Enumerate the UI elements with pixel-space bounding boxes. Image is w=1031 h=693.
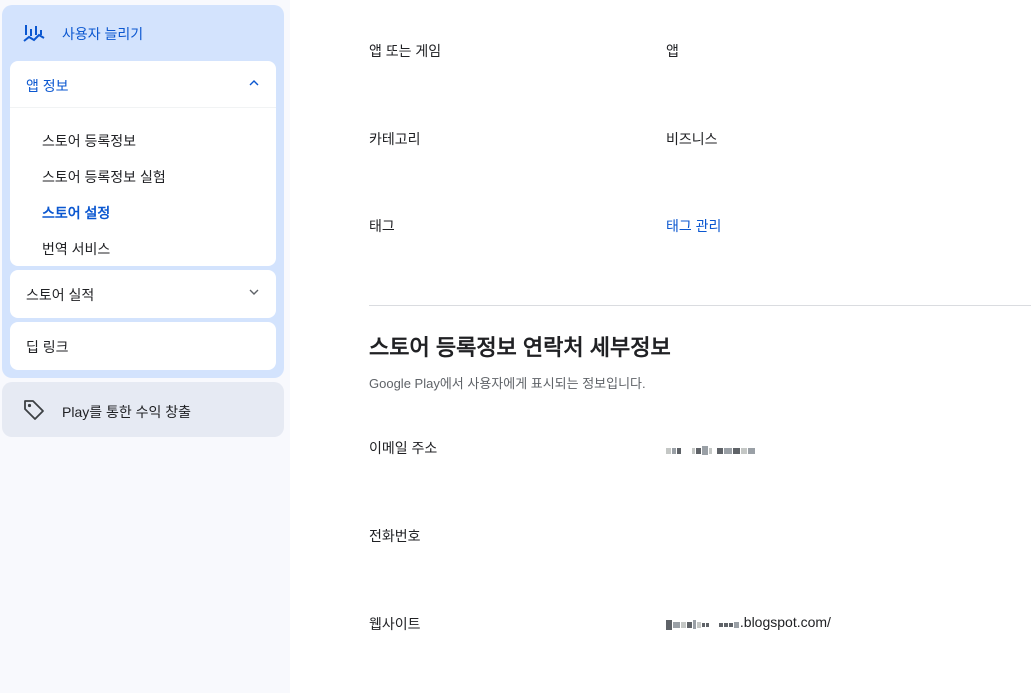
sidebar-item-store-listing[interactable]: 스토어 등록정보: [42, 131, 136, 151]
grow-users-button[interactable]: 사용자 늘리기: [2, 5, 284, 60]
sidebar: 사용자 늘리기 앱 정보 스토어 등록정보 스토어 등록정보 실험 스토어 설정…: [0, 0, 290, 693]
sidebar-item-store-listing-experiments[interactable]: 스토어 등록정보 실험: [42, 167, 166, 187]
email-value-redacted: [666, 440, 756, 457]
redacted-email: [666, 441, 756, 457]
store-performance-header[interactable]: 스토어 실적: [10, 270, 276, 316]
tags-label: 태그: [369, 218, 395, 234]
deep-links-title: 딥 링크: [26, 339, 69, 355]
contact-section-description: Google Play에서 사용자에게 표시되는 정보입니다.: [369, 376, 646, 391]
deep-links-card: 딥 링크: [10, 322, 276, 370]
app-or-game-value: 앱: [666, 43, 679, 59]
chevron-down-icon: [249, 289, 259, 295]
grow-users-label: 사용자 늘리기: [62, 26, 144, 42]
redacted-website-prefix: [666, 615, 740, 631]
app-or-game-label: 앱 또는 게임: [369, 43, 442, 59]
store-performance-card: 스토어 실적: [10, 270, 276, 318]
sidebar-item-translation-service[interactable]: 번역 서비스: [42, 239, 110, 259]
app-info-title: 앱 정보: [26, 78, 69, 94]
deep-links-header[interactable]: 딥 링크: [10, 322, 276, 368]
monetize-button[interactable]: Play를 통한 수익 창출: [2, 382, 284, 437]
monetize-label: Play를 통한 수익 창출: [62, 404, 192, 420]
website-domain-suffix: .blogspot.com/: [739, 614, 831, 630]
section-divider: [369, 305, 1031, 306]
main-content: 앱 또는 게임 앱 카테고리 비즈니스 태그 태그 관리 스토어 등록정보 연락…: [290, 0, 1031, 693]
store-performance-title: 스토어 실적: [26, 287, 95, 303]
website-value: .blogspot.com/: [666, 614, 831, 631]
grow-users-group: 사용자 늘리기 앱 정보 스토어 등록정보 스토어 등록정보 실험 스토어 설정…: [2, 5, 284, 378]
app-info-card: 앱 정보 스토어 등록정보 스토어 등록정보 실험 스토어 설정 번역 서비스: [10, 61, 276, 266]
contact-section-title: 스토어 등록정보 연락처 세부정보: [369, 335, 671, 360]
category-label: 카테고리: [369, 131, 421, 147]
app-info-header[interactable]: 앱 정보: [10, 61, 276, 108]
trending-chart-icon: [23, 25, 45, 42]
phone-label: 전화번호: [369, 528, 421, 544]
website-label: 웹사이트: [369, 616, 421, 632]
sidebar-item-store-settings[interactable]: 스토어 설정: [42, 203, 110, 223]
manage-tags-link[interactable]: 태그 관리: [666, 216, 721, 236]
email-label: 이메일 주소: [369, 440, 438, 456]
chevron-up-icon: [249, 80, 259, 86]
category-value: 비즈니스: [666, 131, 718, 147]
tag-icon: [24, 400, 44, 420]
